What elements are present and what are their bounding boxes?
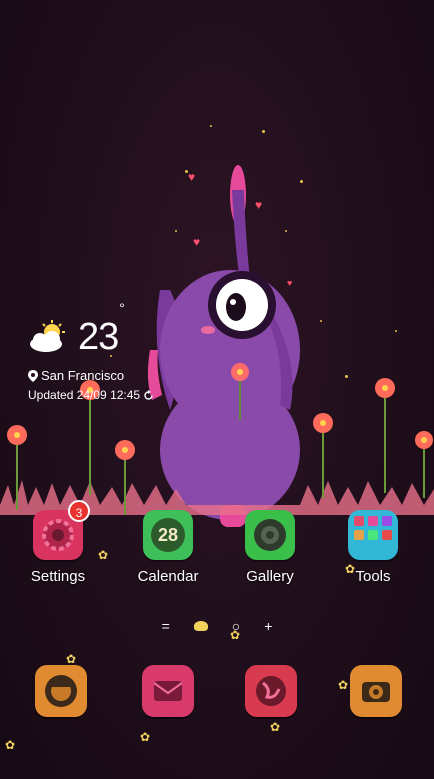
app-label: Settings (30, 568, 86, 585)
gear-icon: 3 (33, 500, 90, 560)
globe-icon (256, 676, 286, 706)
notification-badge: 3 (68, 500, 90, 522)
app-label: Gallery (246, 568, 294, 585)
grid-icon (348, 510, 398, 560)
app-gallery[interactable]: Gallery (225, 510, 315, 585)
app-label: Tools (355, 568, 391, 585)
phone-icon (45, 675, 77, 707)
partly-cloudy-icon (30, 320, 65, 352)
app-settings[interactable]: 3 Settings (13, 500, 103, 585)
camera-lens-icon (245, 510, 295, 560)
location-pin-icon (28, 369, 38, 382)
calendar-icon: 28 (143, 510, 193, 560)
dock-camera-button[interactable] (350, 665, 402, 717)
envelope-icon (153, 681, 183, 701)
page-indicator: = ○ + (0, 618, 434, 634)
refresh-icon[interactable] (143, 389, 154, 401)
menu-lines-icon[interactable]: = (162, 618, 170, 634)
weather-widget[interactable]: 23° San Francisco Updated 24/09 12:45 (26, 300, 186, 408)
app-calendar[interactable]: 28 Calendar (123, 510, 213, 585)
grass-decoration (0, 480, 434, 515)
location-label: San Francisco (28, 368, 124, 383)
dock-messages-button[interactable] (142, 665, 194, 717)
add-page-button[interactable]: + (264, 618, 272, 634)
temperature: 23° (78, 300, 125, 358)
calendar-day: 28 (151, 518, 185, 552)
dock-browser-button[interactable] (245, 665, 297, 717)
home-page-dot[interactable] (193, 621, 208, 631)
app-label: Calendar (137, 568, 199, 585)
updated-time: Updated 24/09 12:45 (28, 388, 154, 402)
dock-phone-button[interactable] (35, 665, 87, 717)
camera-icon (362, 682, 390, 702)
app-tools[interactable]: Tools (328, 510, 418, 585)
